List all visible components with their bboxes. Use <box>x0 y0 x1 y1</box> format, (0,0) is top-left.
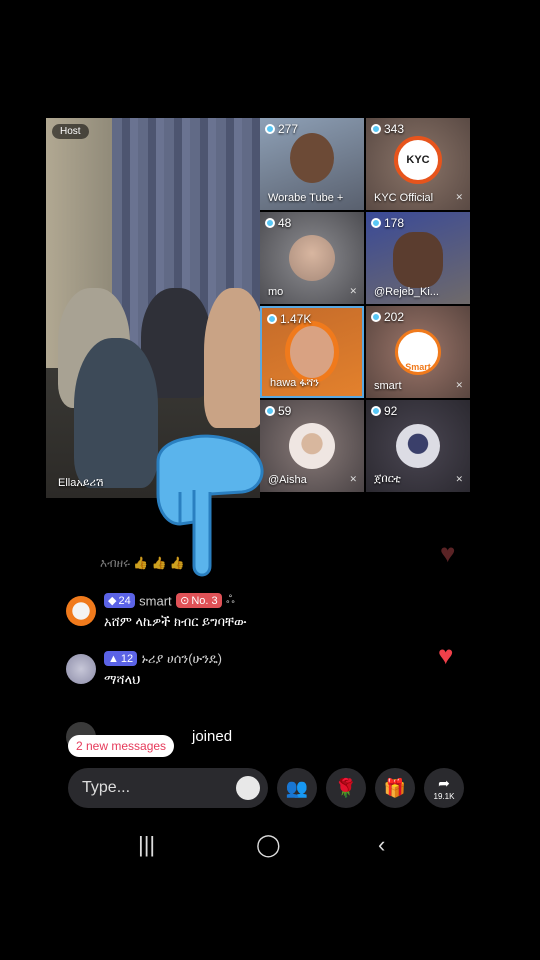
guest-name: @Aisha <box>268 474 307 486</box>
viewer-count: 178 <box>371 216 404 230</box>
avatar <box>66 654 96 684</box>
viewer-count: 1.47K <box>267 312 311 326</box>
chat-message-nuria: ▲ 12 ኑሪያ ሀሰን(ሁንዴ) ማሻላህ <box>104 650 222 688</box>
gift-button[interactable]: 🎁 <box>375 768 415 808</box>
guest-tile-aisha[interactable]: 59 @Aisha ✕ <box>260 400 364 492</box>
avatar <box>289 235 335 281</box>
viewer-icon <box>265 406 275 416</box>
host-name: Ellaአይሪሽ <box>58 477 104 489</box>
mic-muted-icon: ✕ <box>455 380 463 390</box>
avatar <box>393 232 443 288</box>
viewer-icon <box>265 124 275 134</box>
mic-muted-icon: ✕ <box>349 474 357 484</box>
avatar <box>396 424 440 468</box>
mic-muted-icon: ✕ <box>455 192 463 202</box>
guest-name: ጀበርቲ <box>374 473 401 485</box>
chat-input[interactable]: Type... <box>68 768 268 808</box>
host-tag: Host <box>52 124 89 139</box>
chat-text: ማሻላህ <box>104 672 141 687</box>
guest-tile-rejeb[interactable]: 178 @Rejeb_Ki... <box>366 212 470 304</box>
host-face <box>204 288 260 428</box>
share-button[interactable]: ➦ 19.1K <box>424 768 464 808</box>
viewer-icon <box>371 312 381 322</box>
home-nav-icon[interactable]: ◯ <box>256 832 281 858</box>
share-icon: ➦ <box>438 775 450 791</box>
guest-name: mo <box>268 286 284 298</box>
level-badge: ◆ 24 <box>104 593 135 609</box>
viewer-count: 277 <box>265 122 298 136</box>
guest-name: @Rejeb_Ki... <box>374 286 439 298</box>
avatar <box>289 423 335 469</box>
viewer-icon <box>371 124 381 134</box>
guest-tile-worabe[interactable]: 277 Worabe Tube + <box>260 118 364 210</box>
join-notice: joined <box>192 728 233 745</box>
viewer-count: 202 <box>371 310 404 324</box>
mic-muted-icon: ✕ <box>455 474 463 484</box>
viewer-icon <box>267 314 277 324</box>
guest-tile-mo[interactable]: 48 mo ✕ <box>260 212 364 304</box>
viewer-count: 48 <box>265 216 291 230</box>
chat-message-smart: ◆ 24 smart ⊙ No. 3 ஃ አሸም ላኬዎች ክብር ይግባቸው <box>104 592 246 630</box>
level-badge: ▲ 12 <box>104 651 138 667</box>
chat-text: አሸም ላኬዎች ክብር ይግባቸው <box>104 614 247 629</box>
viewer-icon <box>371 406 381 416</box>
chat-input-placeholder: Type... <box>82 779 131 796</box>
avatar <box>290 133 334 183</box>
guest-tile-hawa[interactable]: 1.47K hawa ፋሻን <box>260 306 364 398</box>
share-count: 19.1K <box>433 792 455 801</box>
faded-message: እብዘሩ 👍 👍 👍 <box>100 556 185 570</box>
guest-tile-kyc[interactable]: KYC 343 KYC Official ✕ <box>366 118 470 210</box>
heart-icon[interactable]: ♥ <box>438 640 453 671</box>
guest-name: Worabe Tube + <box>268 192 344 204</box>
back-nav-icon[interactable]: ‹ <box>378 832 385 858</box>
viewer-count: 92 <box>371 404 397 418</box>
mic-muted-icon: ✕ <box>349 286 357 296</box>
recents-nav-icon[interactable]: ||| <box>138 832 155 858</box>
kyc-logo: KYC <box>394 136 442 184</box>
guests-button[interactable]: 👥 <box>277 768 317 808</box>
guest-figure <box>74 338 158 488</box>
viewer-count: 343 <box>371 122 404 136</box>
avatar <box>285 321 339 383</box>
heart-icon: ♥ <box>440 538 456 568</box>
guest-tile-smart[interactable]: Smart 202 smart ✕ <box>366 306 470 398</box>
avatar <box>66 596 96 626</box>
smart-logo: Smart <box>395 329 441 375</box>
rank-badge: ⊙ No. 3 <box>176 593 222 609</box>
emoji-icon[interactable] <box>236 776 260 800</box>
viewer-icon <box>265 218 275 228</box>
guest-tile-jeberti[interactable]: 92 ጀበርቲ ✕ <box>366 400 470 492</box>
guest-name: KYC Official <box>374 192 434 204</box>
chat-username[interactable]: smart <box>139 593 172 608</box>
group-icon: ஃ <box>226 593 235 606</box>
viewer-icon <box>371 218 381 228</box>
guest-name: smart <box>374 380 402 392</box>
guest-name: hawa ፋሻን <box>270 377 319 389</box>
new-messages-pill[interactable]: 2 new messages <box>68 735 175 757</box>
chat-username[interactable]: ኑሪያ ሀሰን(ሁንዴ) <box>142 651 222 666</box>
rose-gift-button[interactable]: 🌹 <box>326 768 366 808</box>
viewer-count: 59 <box>265 404 291 418</box>
